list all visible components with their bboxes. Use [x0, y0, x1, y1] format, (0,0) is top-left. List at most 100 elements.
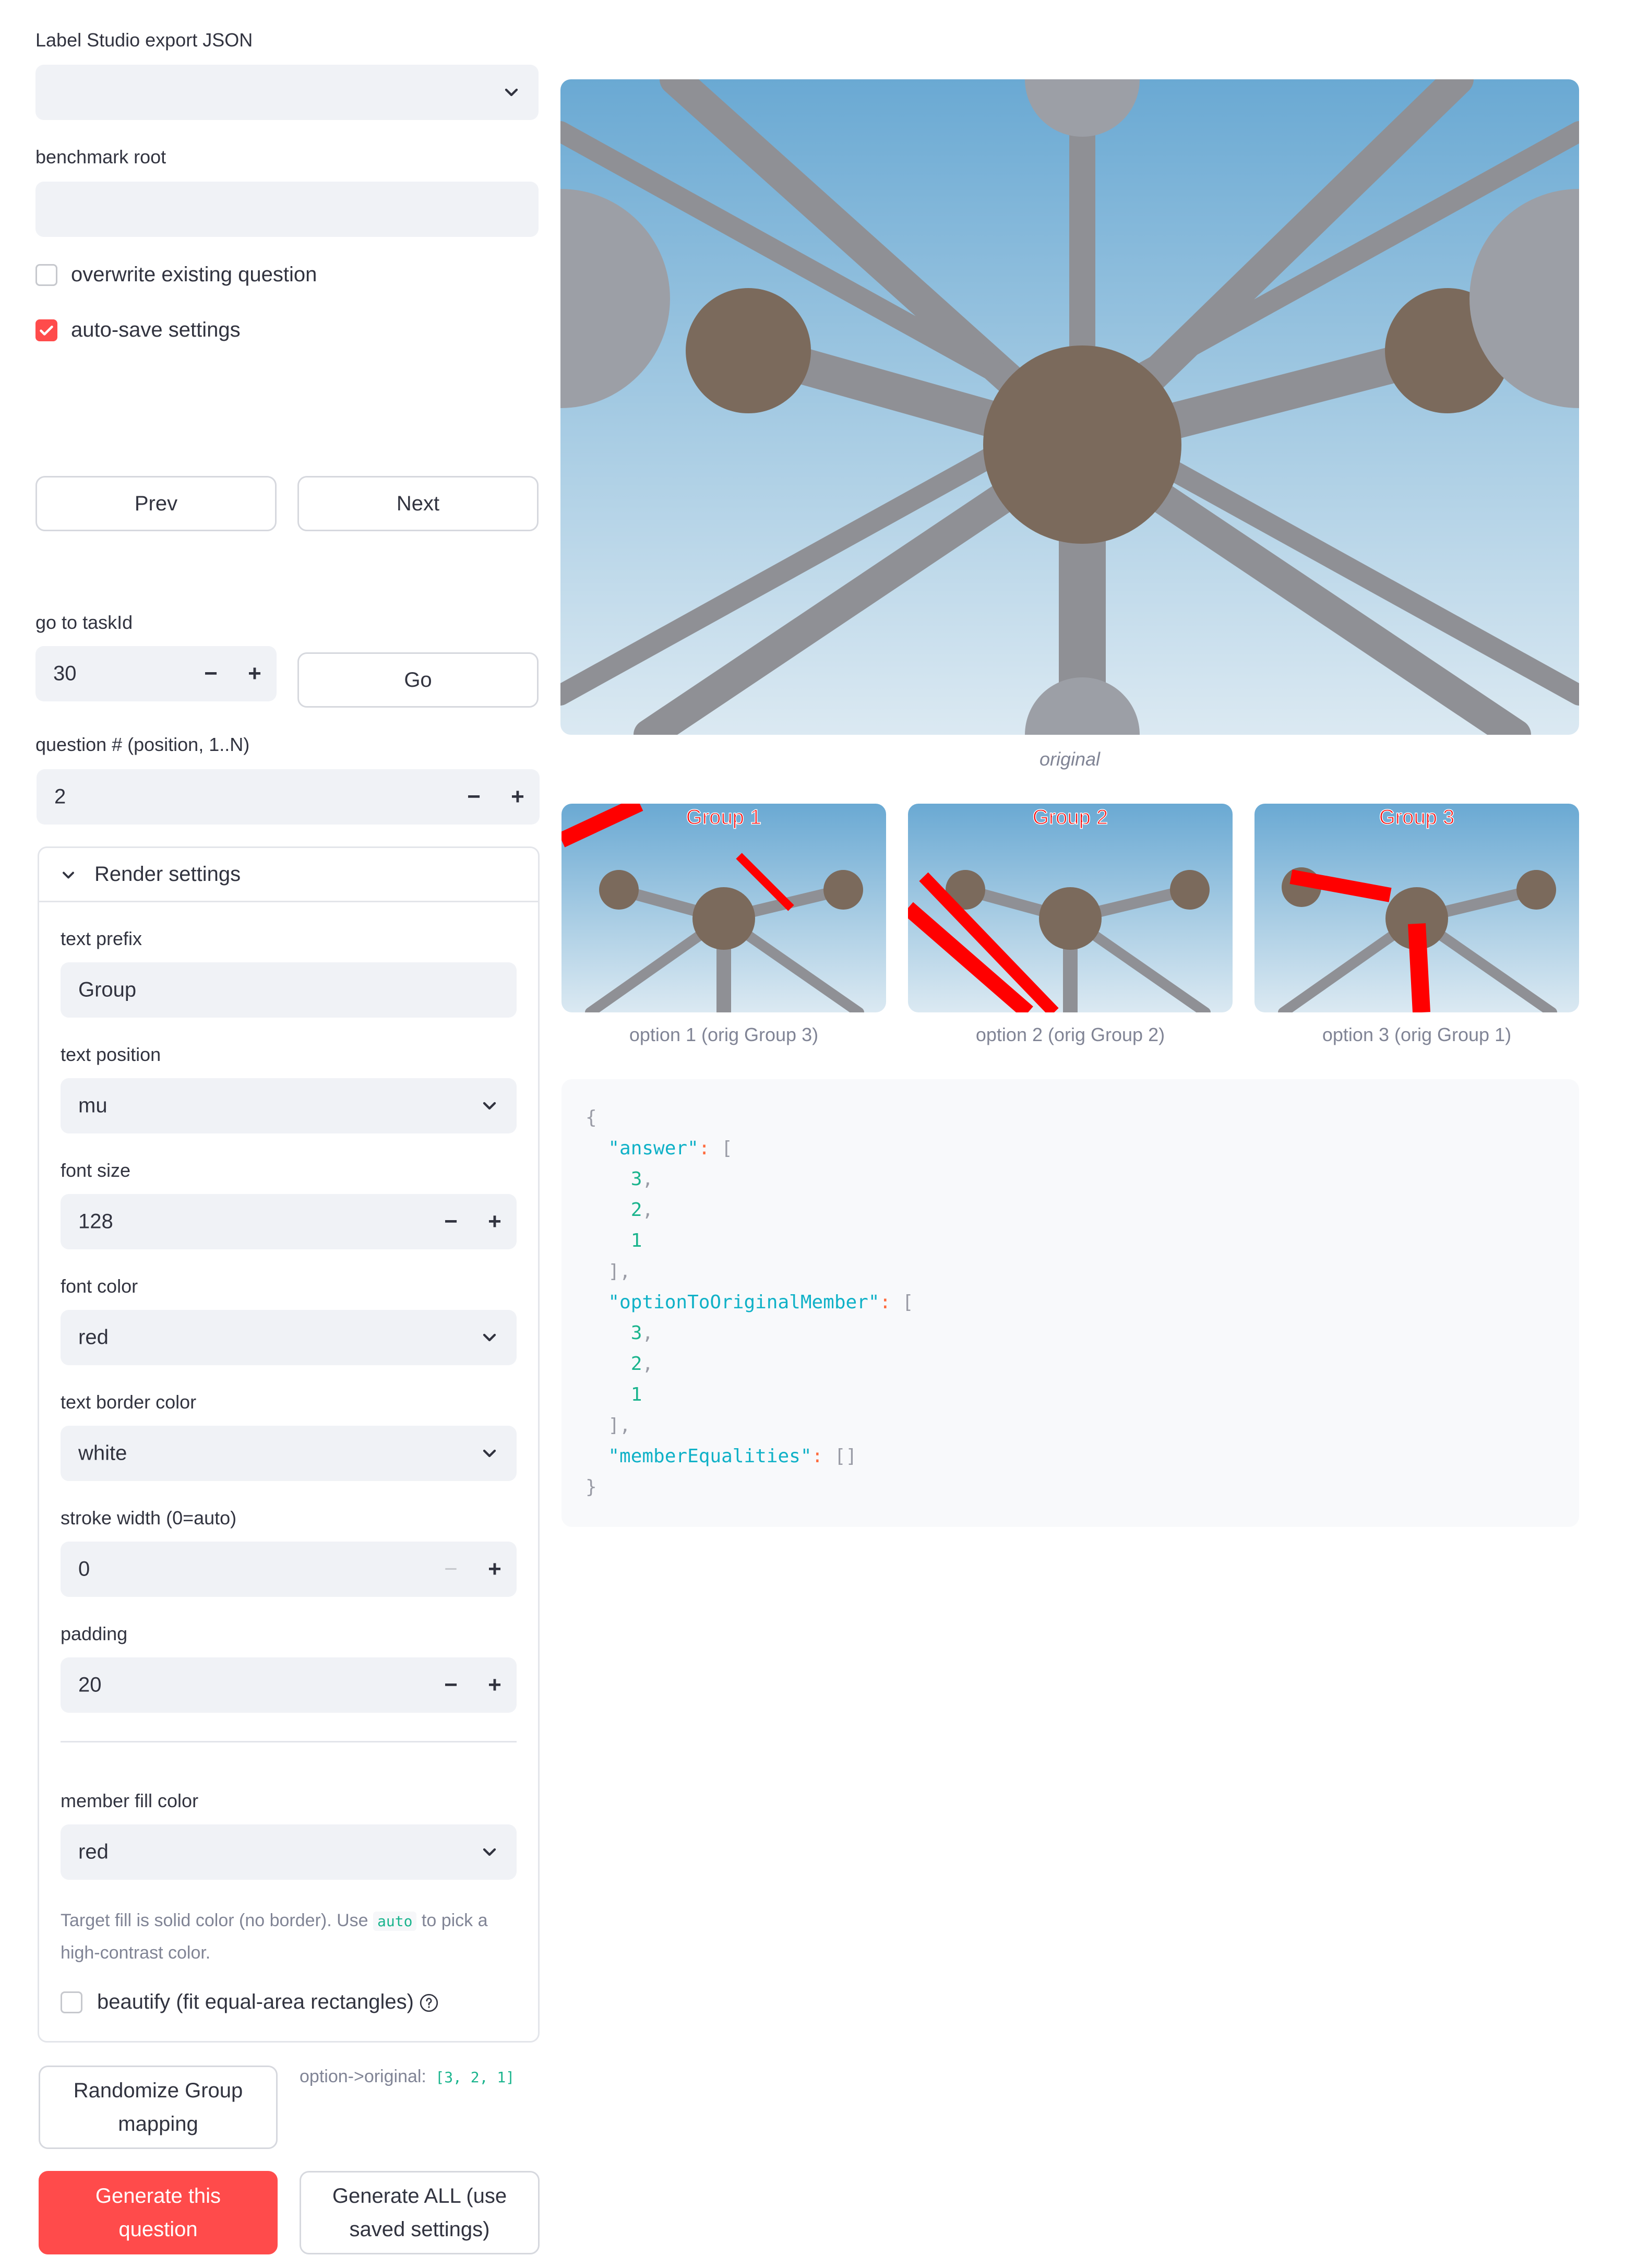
font-size-stepper[interactable]: 128 − +: [61, 1194, 517, 1249]
json-line: 1: [586, 1225, 1579, 1256]
help-circle-icon[interactable]: [419, 1992, 439, 2013]
font-color-select[interactable]: red: [61, 1310, 517, 1365]
json-line: 2,: [630, 1353, 654, 1375]
minus-icon[interactable]: −: [462, 785, 485, 808]
stroke-width-label: stroke width (0=auto): [61, 1507, 237, 1529]
option-overlay-2: Group 2: [1032, 805, 1108, 829]
member-fill-value: red: [78, 1840, 109, 1864]
text-position-select[interactable]: mu: [61, 1078, 517, 1133]
plus-icon[interactable]: +: [243, 662, 266, 685]
json-number: 1: [630, 1384, 642, 1405]
render-settings-header[interactable]: Render settings: [39, 848, 538, 902]
stroke-width-value: 0: [78, 1557, 90, 1581]
json-number: 3: [630, 1168, 642, 1190]
text-prefix-value: Group: [78, 978, 137, 1001]
json-line: }: [586, 1476, 597, 1498]
go-button[interactable]: Go: [297, 652, 539, 708]
text-border-color-select[interactable]: white: [61, 1426, 517, 1481]
json-line: "memberEqualities": []: [608, 1446, 857, 1467]
randomize-mapping-button[interactable]: Randomize Group mapping: [39, 2066, 278, 2149]
check-icon: [40, 326, 53, 336]
button-label: Generate ALL (use: [332, 2185, 507, 2207]
option-image-1: Group 1: [561, 804, 886, 1012]
minus-icon[interactable]: −: [439, 1210, 462, 1233]
json-line: {: [586, 1107, 597, 1128]
question-value: 2: [54, 785, 66, 808]
plus-icon[interactable]: +: [483, 1674, 506, 1697]
mapping-readout: option->original: [3, 2, 1]: [300, 2067, 519, 2087]
member-fill-select[interactable]: red: [61, 1824, 517, 1880]
button-label: Generate this: [95, 2185, 221, 2207]
chevron-down-icon: [479, 1443, 500, 1464]
font-color-value: red: [78, 1326, 109, 1349]
help-text: Target fill is solid color (no border). …: [61, 1911, 368, 1930]
next-button[interactable]: Next: [297, 476, 539, 531]
chevron-down-icon: [59, 866, 78, 885]
chevron-down-icon: [501, 82, 522, 103]
goto-stepper[interactable]: 30 − +: [35, 646, 277, 701]
option-image-2: Group 2: [908, 804, 1233, 1012]
json-number: 2: [630, 1353, 642, 1375]
chevron-down-icon: [479, 1095, 500, 1116]
json-number: 2: [630, 1199, 642, 1221]
prev-button[interactable]: Prev: [35, 476, 277, 531]
json-line: ],: [586, 1261, 631, 1282]
export-json-label: Label Studio export JSON: [35, 29, 253, 51]
button-label: question: [118, 2218, 198, 2241]
json-value: []: [834, 1446, 857, 1467]
text-border-color-value: white: [78, 1441, 127, 1465]
minus-icon[interactable]: −: [439, 1558, 462, 1581]
generate-question-button[interactable]: Generate this question: [39, 2171, 278, 2254]
minus-icon[interactable]: −: [439, 1674, 462, 1697]
plus-icon[interactable]: +: [483, 1210, 506, 1233]
plus-icon[interactable]: +: [483, 1558, 506, 1581]
member-fill-label: member fill color: [61, 1790, 199, 1811]
original-image: [560, 79, 1579, 735]
beautify-checkbox[interactable]: [61, 1991, 82, 2013]
json-line: 1: [586, 1379, 1579, 1410]
member-fill-help: Target fill is solid color (no border). …: [61, 1905, 520, 1968]
minus-icon[interactable]: −: [199, 662, 222, 685]
json-number: 1: [630, 1230, 642, 1251]
text-prefix-input[interactable]: Group: [61, 962, 517, 1018]
json-line: 3,: [630, 1168, 654, 1190]
divider: [61, 1741, 517, 1742]
json-line: 3,: [630, 1322, 654, 1344]
question-stepper[interactable]: 2 − +: [37, 769, 540, 825]
button-label: saved settings): [349, 2218, 490, 2241]
mapping-value: [3, 2, 1]: [435, 2069, 515, 2086]
benchmark-root-input[interactable]: [35, 182, 539, 237]
help-text: high-contrast color.: [61, 1943, 211, 1963]
overwrite-label: overwrite existing question: [71, 263, 317, 286]
export-json-select[interactable]: [35, 65, 539, 120]
padding-value: 20: [78, 1673, 102, 1697]
stroke-width-stepper[interactable]: 0 − +: [61, 1542, 517, 1597]
help-text: to pick a: [421, 1911, 488, 1930]
text-position-label: text position: [61, 1044, 161, 1065]
autosave-label: auto-save settings: [71, 318, 241, 341]
padding-stepper[interactable]: 20 − +: [61, 1657, 517, 1713]
help-code: auto: [373, 1912, 417, 1931]
json-key: "answer": [608, 1138, 699, 1159]
font-color-label: font color: [61, 1275, 138, 1297]
json-output: { "answer": [ 3, 2, 1 ], "optionToOrigin…: [561, 1079, 1579, 1527]
option-overlay-1: Group 1: [686, 805, 762, 829]
option-caption-1: option 1 (orig Group 3): [629, 1024, 819, 1045]
chevron-down-icon: [479, 1842, 500, 1863]
json-key: "memberEqualities": [608, 1446, 812, 1467]
text-prefix-label: text prefix: [61, 928, 142, 949]
chevron-down-icon: [479, 1327, 500, 1348]
button-label: Randomize Group: [73, 2079, 243, 2102]
goto-label: go to taskId: [35, 612, 133, 633]
option-overlay-3: Group 3: [1379, 805, 1455, 829]
button-label: mapping: [118, 2112, 198, 2135]
autosave-checkbox[interactable]: [35, 319, 57, 341]
json-line: ],: [586, 1415, 631, 1436]
generate-all-button[interactable]: Generate ALL (use saved settings): [300, 2171, 540, 2254]
json-line: "answer": [: [608, 1138, 733, 1159]
json-line: "optionToOriginalMember": [: [608, 1292, 914, 1313]
option-image-3: Group 3: [1254, 804, 1579, 1012]
text-border-color-label: text border color: [61, 1391, 197, 1413]
plus-icon[interactable]: +: [506, 785, 529, 808]
overwrite-checkbox[interactable]: [35, 264, 57, 286]
